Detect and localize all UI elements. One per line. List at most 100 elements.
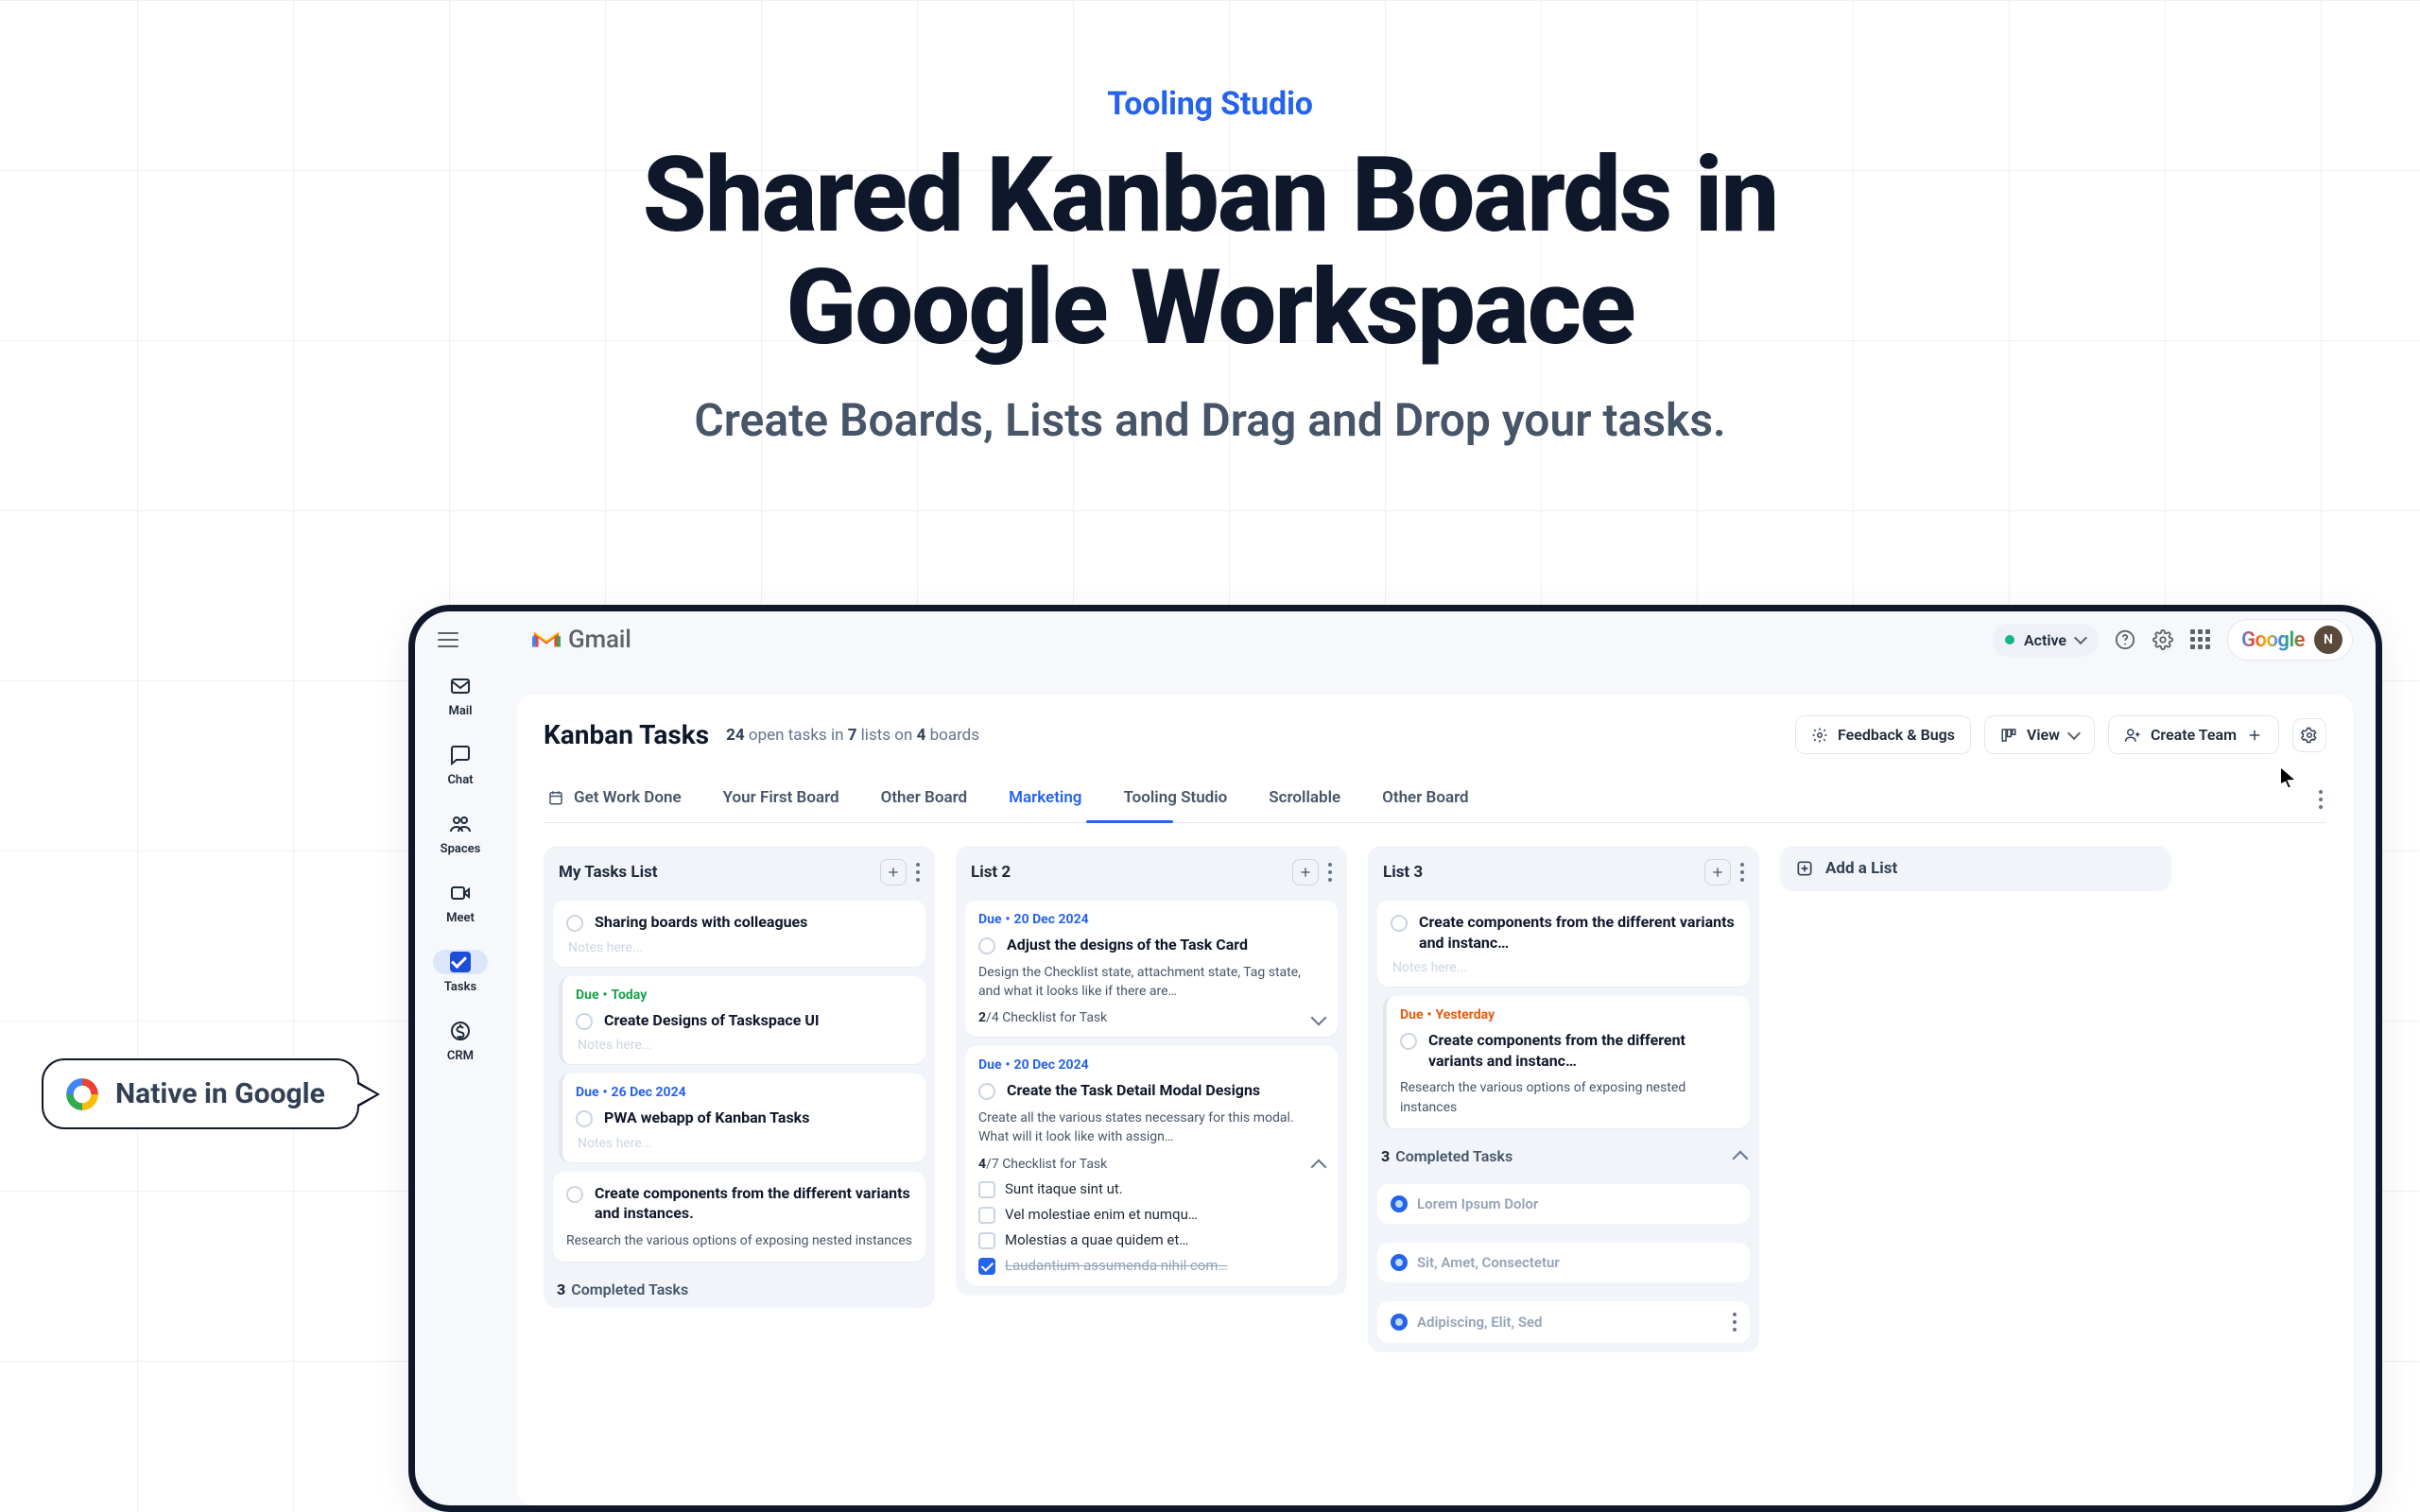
task-card[interactable]: Due•20 Dec 2024 Adjust the designs of th… [965, 901, 1338, 1037]
presence-status-label: Active [2024, 631, 2066, 649]
gmail-m-icon [532, 628, 561, 651]
task-card[interactable]: Due•20 Dec 2024 Create the Task Detail M… [965, 1046, 1338, 1286]
rail-item-tasks[interactable]: Tasks [433, 950, 488, 994]
complete-toggle[interactable] [576, 1013, 593, 1030]
completed-task-row[interactable]: Adipiscing, Elit, Sed [1377, 1301, 1750, 1343]
task-description: Design the Checklist state, attachment s… [978, 963, 1324, 1002]
list-title: List 2 [971, 863, 1011, 882]
complete-toggle[interactable] [1391, 915, 1408, 932]
task-due: Due•Today [576, 988, 912, 1003]
task-notes-placeholder: Notes here... [1392, 960, 1737, 975]
completed-task-row[interactable]: Sit, Amet, Consectetur [1377, 1243, 1750, 1282]
task-card[interactable]: Due•Yesterday Create components from the… [1383, 996, 1750, 1128]
google-apps-icon[interactable] [2189, 628, 2212, 651]
task-title: Adjust the designs of the Task Card [1007, 935, 1248, 955]
checklist-summary[interactable]: 2/4 Checklist for Task [978, 1010, 1324, 1025]
app-shell: Gmail Active Google N [408, 605, 2382, 1512]
list-menu-button[interactable] [1328, 863, 1332, 882]
help-icon[interactable] [2114, 628, 2136, 651]
completed-section-toggle[interactable]: 3Completed Tasks [553, 1271, 925, 1298]
settings-gear-icon[interactable] [2152, 628, 2174, 651]
completed-task-title: Adipiscing, Elit, Sed [1417, 1314, 1543, 1331]
checklist-item[interactable]: Molestias a quae quidem et… [978, 1231, 1324, 1249]
board-tabs: Get Work Done Your First Board Other Boa… [544, 777, 2326, 823]
checkbox-icon[interactable] [978, 1181, 995, 1198]
list-menu-button[interactable] [1740, 863, 1744, 882]
account-chip[interactable]: Google N [2227, 619, 2353, 661]
checklist-item[interactable]: Vel molestiae enim et numqu… [978, 1206, 1324, 1224]
complete-toggle[interactable] [566, 915, 583, 932]
task-card[interactable]: Sharing boards with colleagues Notes her… [553, 901, 925, 967]
checkbox-icon[interactable] [978, 1232, 995, 1249]
chevron-up-icon [1311, 1160, 1327, 1176]
rail-item-crm[interactable]: CRM [447, 1019, 474, 1063]
list-menu-button[interactable] [916, 863, 920, 882]
presence-dot-icon [2005, 635, 2014, 644]
view-button[interactable]: View [1984, 715, 2095, 754]
add-list-label: Add a List [1825, 859, 1897, 878]
native-in-google-badge: Native in Google [42, 1058, 359, 1129]
native-in-google-label: Native in Google [115, 1077, 325, 1110]
task-card[interactable]: Due•Today Create Designs of Taskspace UI… [559, 976, 925, 1065]
gmail-logo[interactable]: Gmail [532, 626, 631, 654]
complete-toggle[interactable] [978, 1083, 995, 1100]
checkbox-icon[interactable] [978, 1207, 995, 1224]
task-card[interactable]: Create components from the different var… [553, 1172, 925, 1262]
presence-status-chip[interactable]: Active [1992, 624, 2099, 657]
hero-subtitle: Create Boards, Lists and Drag and Drop y… [0, 393, 2420, 447]
rail-item-mail[interactable]: Mail [448, 674, 473, 718]
tab-other-board-2[interactable]: Other Board [1378, 777, 1472, 822]
rail-label: Tasks [444, 980, 476, 994]
rail-item-chat[interactable]: Chat [447, 743, 473, 787]
add-card-button[interactable] [1292, 859, 1319, 885]
task-due: Due•Yesterday [1400, 1007, 1737, 1022]
create-team-button[interactable]: Create Team [2108, 715, 2279, 754]
spaces-icon [448, 812, 473, 836]
completed-task-row[interactable]: Lorem Ipsum Dolor [1377, 1184, 1750, 1224]
hero-brand: Tooling Studio [0, 85, 2420, 123]
feedback-button[interactable]: Feedback & Bugs [1795, 715, 1971, 754]
complete-toggle[interactable] [576, 1110, 593, 1127]
task-card[interactable]: Create components from the different var… [1377, 901, 1750, 987]
complete-toggle[interactable] [1400, 1033, 1417, 1050]
add-card-button[interactable] [1704, 859, 1731, 885]
tab-scrollable[interactable]: Scrollable [1265, 777, 1344, 822]
kanban-board: My Tasks List Sharing boards with collea… [544, 846, 2326, 1352]
add-card-button[interactable] [880, 859, 907, 885]
completed-section-toggle[interactable]: 3Completed Tasks [1377, 1138, 1750, 1165]
rail-item-meet[interactable]: Meet [446, 881, 475, 925]
task-notes-placeholder: Notes here... [578, 1136, 912, 1151]
avatar: N [2314, 626, 2342, 654]
checklist-item[interactable]: Laudantium assumenda nihil com… [978, 1257, 1324, 1275]
mail-icon [448, 674, 473, 698]
tab-tooling-studio[interactable]: Tooling Studio [1119, 777, 1231, 822]
board-surface: Kanban Tasks 24 open tasks in 7 lists on… [517, 695, 2353, 1505]
task-description: Research the various options of exposing… [566, 1231, 912, 1250]
tab-get-work-done[interactable]: Get Work Done [544, 777, 685, 822]
hero: Tooling Studio Shared Kanban Boards in G… [0, 0, 2420, 447]
tab-other-board-1[interactable]: Other Board [877, 777, 971, 822]
tabs-overflow-button[interactable] [2319, 790, 2326, 809]
view-label: View [2027, 726, 2060, 744]
left-rail: Mail Chat Spaces Meet Tasks CRM [415, 668, 506, 1505]
checkbox-checked-icon[interactable] [978, 1258, 995, 1275]
tab-marketing[interactable]: Marketing [1005, 777, 1085, 822]
task-title: Create Designs of Taskspace UI [604, 1010, 820, 1031]
menu-icon[interactable] [438, 632, 458, 647]
board-page-title: Kanban Tasks [544, 719, 709, 750]
row-menu-button[interactable] [1733, 1313, 1737, 1332]
chevron-up-icon [1733, 1151, 1749, 1167]
tab-your-first-board[interactable]: Your First Board [719, 777, 843, 822]
kanban-list: List 3 Create components from the differ… [1368, 846, 1759, 1352]
rail-item-spaces[interactable]: Spaces [441, 812, 481, 856]
complete-toggle[interactable] [978, 937, 995, 954]
checklist-summary[interactable]: 4/7 Checklist for Task [978, 1156, 1324, 1173]
task-notes-placeholder: Notes here... [578, 1038, 912, 1053]
checklist-item[interactable]: Sunt itaque sint ut. [978, 1180, 1324, 1198]
add-list-button[interactable]: Add a List [1780, 846, 2171, 891]
task-card[interactable]: Due•26 Dec 2024 PWA webapp of Kanban Tas… [559, 1074, 925, 1162]
chat-icon [448, 743, 473, 767]
board-settings-button[interactable] [2292, 718, 2326, 752]
complete-toggle[interactable] [566, 1186, 583, 1203]
task-title: Sharing boards with colleagues [595, 912, 807, 933]
